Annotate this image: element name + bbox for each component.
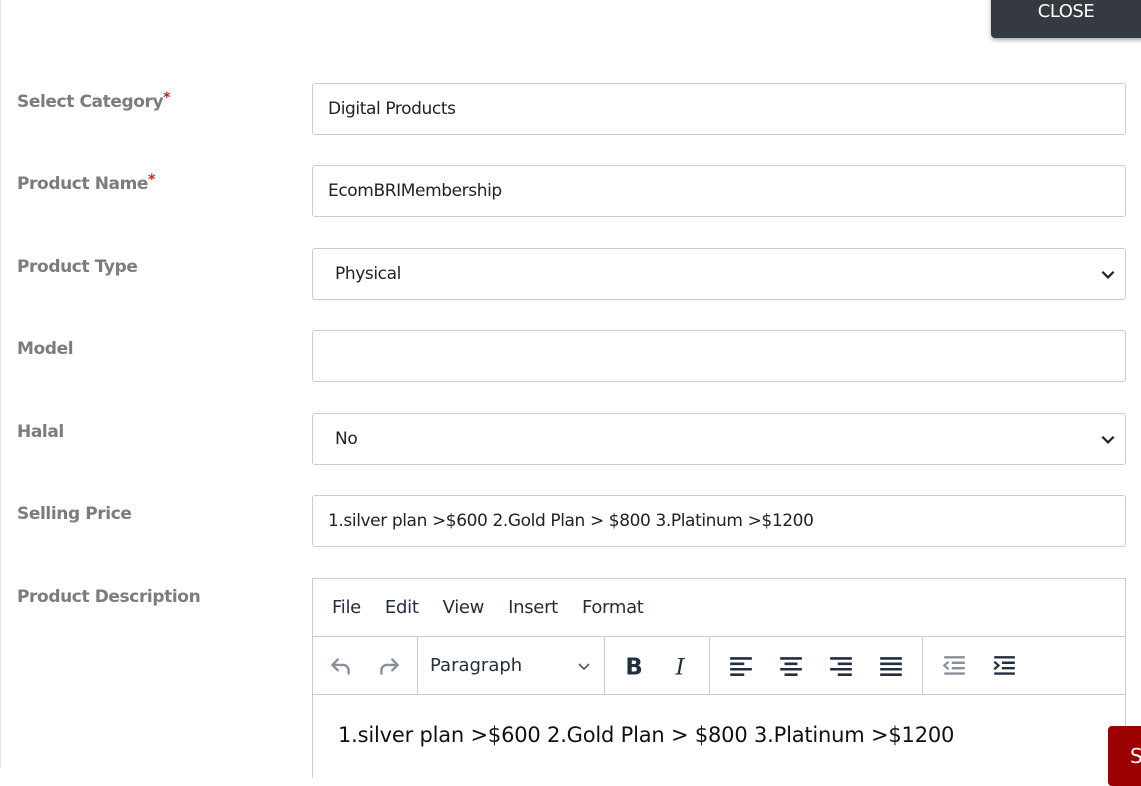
editor-menubar: File Edit View Insert Format <box>313 579 1125 637</box>
model-label: Model <box>17 339 74 359</box>
selling-price-value: 1.silver plan >$600 2.Gold Plan > $800 3… <box>328 511 814 531</box>
align-center-button[interactable] <box>771 649 811 683</box>
editor-content[interactable]: 1.silver plan >$600 2.Gold Plan > $800 3… <box>313 695 1125 747</box>
category-field[interactable]: Digital Products <box>312 83 1126 135</box>
bold-icon: B <box>625 654 642 678</box>
category-value: Digital Products <box>328 99 456 119</box>
halal-value: No <box>335 429 358 449</box>
alignment-group <box>710 637 923 694</box>
italic-button[interactable]: I <box>661 649 701 683</box>
align-left-button[interactable] <box>721 649 761 683</box>
align-right-icon <box>830 656 852 676</box>
product-name-label: Product Name* <box>17 172 155 194</box>
indent-icon <box>993 655 1015 675</box>
align-right-button[interactable] <box>821 649 861 683</box>
text-style-group: B I <box>605 637 710 694</box>
menu-insert[interactable]: Insert <box>508 597 558 618</box>
align-justify-button[interactable] <box>871 649 911 683</box>
block-format-value: Paragraph <box>430 655 523 676</box>
bold-button[interactable]: B <box>613 649 653 683</box>
indent-button[interactable] <box>984 649 1024 683</box>
block-format-group: Paragraph <box>418 637 605 694</box>
product-name-value: EcomBRIMembership <box>328 181 502 201</box>
align-left-icon <box>730 656 752 676</box>
product-type-select[interactable]: Physical <box>312 248 1126 300</box>
menu-view[interactable]: View <box>443 597 485 618</box>
menu-file[interactable]: File <box>332 597 361 618</box>
outdent-button[interactable] <box>934 649 974 683</box>
product-type-value: Physical <box>335 264 401 284</box>
block-format-select[interactable]: Paragraph <box>418 655 604 676</box>
required-mark: * <box>148 172 155 188</box>
save-button[interactable]: S <box>1108 726 1141 786</box>
undo-button[interactable] <box>321 649 361 683</box>
category-label: Select Category* <box>17 90 171 112</box>
halal-select[interactable]: No <box>312 413 1126 465</box>
selling-price-label: Selling Price <box>17 504 132 524</box>
svg-text:I: I <box>675 654 686 678</box>
description-label: Product Description <box>17 587 201 607</box>
menu-edit[interactable]: Edit <box>385 597 419 618</box>
svg-text:B: B <box>625 654 642 678</box>
menu-format[interactable]: Format <box>582 597 644 618</box>
outdent-icon <box>942 655 965 675</box>
italic-icon: I <box>675 654 686 678</box>
align-justify-icon <box>880 656 902 676</box>
close-button[interactable]: CLOSE <box>991 0 1141 38</box>
page-left-border <box>0 0 1 768</box>
redo-button[interactable] <box>369 649 409 683</box>
chevron-down-icon <box>1101 435 1115 444</box>
rich-text-editor: File Edit View Insert Format Paragraph B <box>312 578 1126 778</box>
undo-icon <box>331 657 350 675</box>
product-type-label: Product Type <box>17 257 138 277</box>
chevron-down-icon <box>578 662 590 670</box>
halal-label: Halal <box>17 422 64 442</box>
redo-icon <box>380 657 399 675</box>
editor-toolbar: Paragraph B I <box>313 637 1125 695</box>
required-mark: * <box>163 90 171 106</box>
product-name-input[interactable]: EcomBRIMembership <box>312 165 1126 217</box>
align-center-icon <box>780 656 802 676</box>
chevron-down-icon <box>1101 270 1115 279</box>
indent-group <box>923 637 1035 694</box>
history-group <box>313 637 418 694</box>
selling-price-input[interactable]: 1.silver plan >$600 2.Gold Plan > $800 3… <box>312 495 1126 547</box>
model-input[interactable] <box>312 330 1126 382</box>
